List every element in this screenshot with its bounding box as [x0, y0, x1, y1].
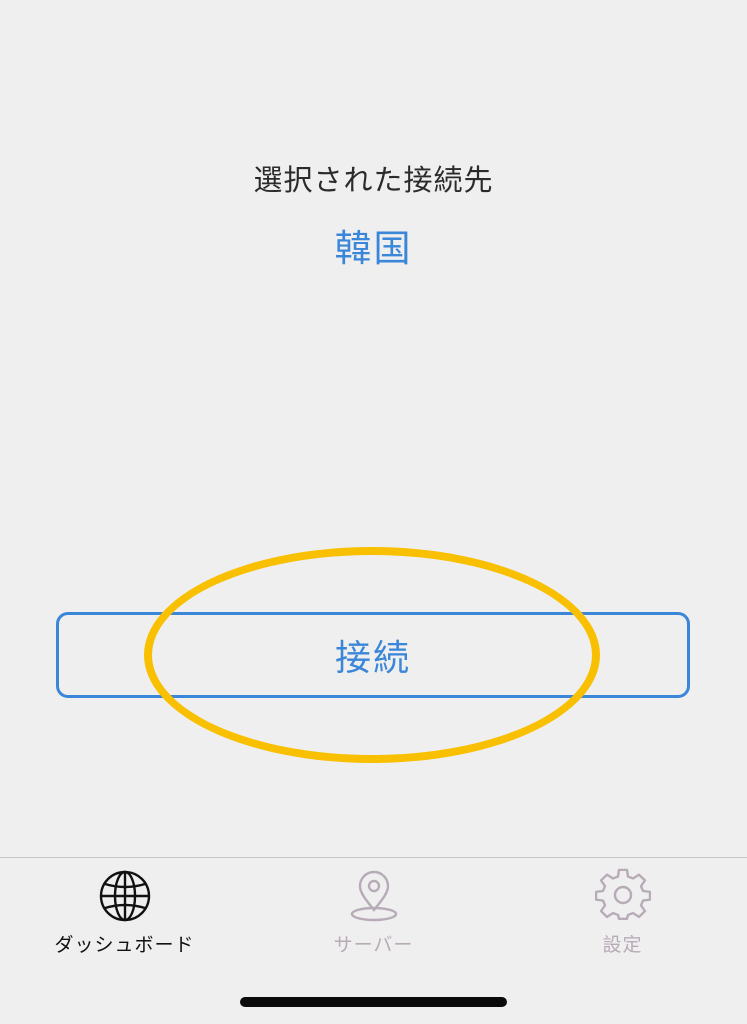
gear-icon: [594, 868, 651, 920]
selected-destination-value[interactable]: 韓国: [0, 218, 747, 272]
home-indicator[interactable]: [240, 997, 507, 1007]
connect-button-label: 接続: [334, 638, 411, 679]
selected-destination-label: 選択された接続先: [253, 163, 494, 197]
tab-servers[interactable]: サーバー: [249, 868, 498, 958]
tab-settings[interactable]: 設定: [498, 868, 747, 958]
location-pin-icon: [350, 870, 397, 922]
dashboard-screen: 選択された接続先 韓国 接続 ダッシュボード サーバー 設定: [0, 0, 747, 1024]
globe-icon: [99, 870, 150, 922]
tab-settings-label: 設定: [602, 934, 643, 956]
tab-dashboard-label: ダッシュボード: [54, 934, 195, 956]
tab-servers-label: サーバー: [333, 934, 414, 956]
tab-dashboard[interactable]: ダッシュボード: [0, 868, 249, 958]
connect-button[interactable]: 接続: [56, 612, 690, 698]
